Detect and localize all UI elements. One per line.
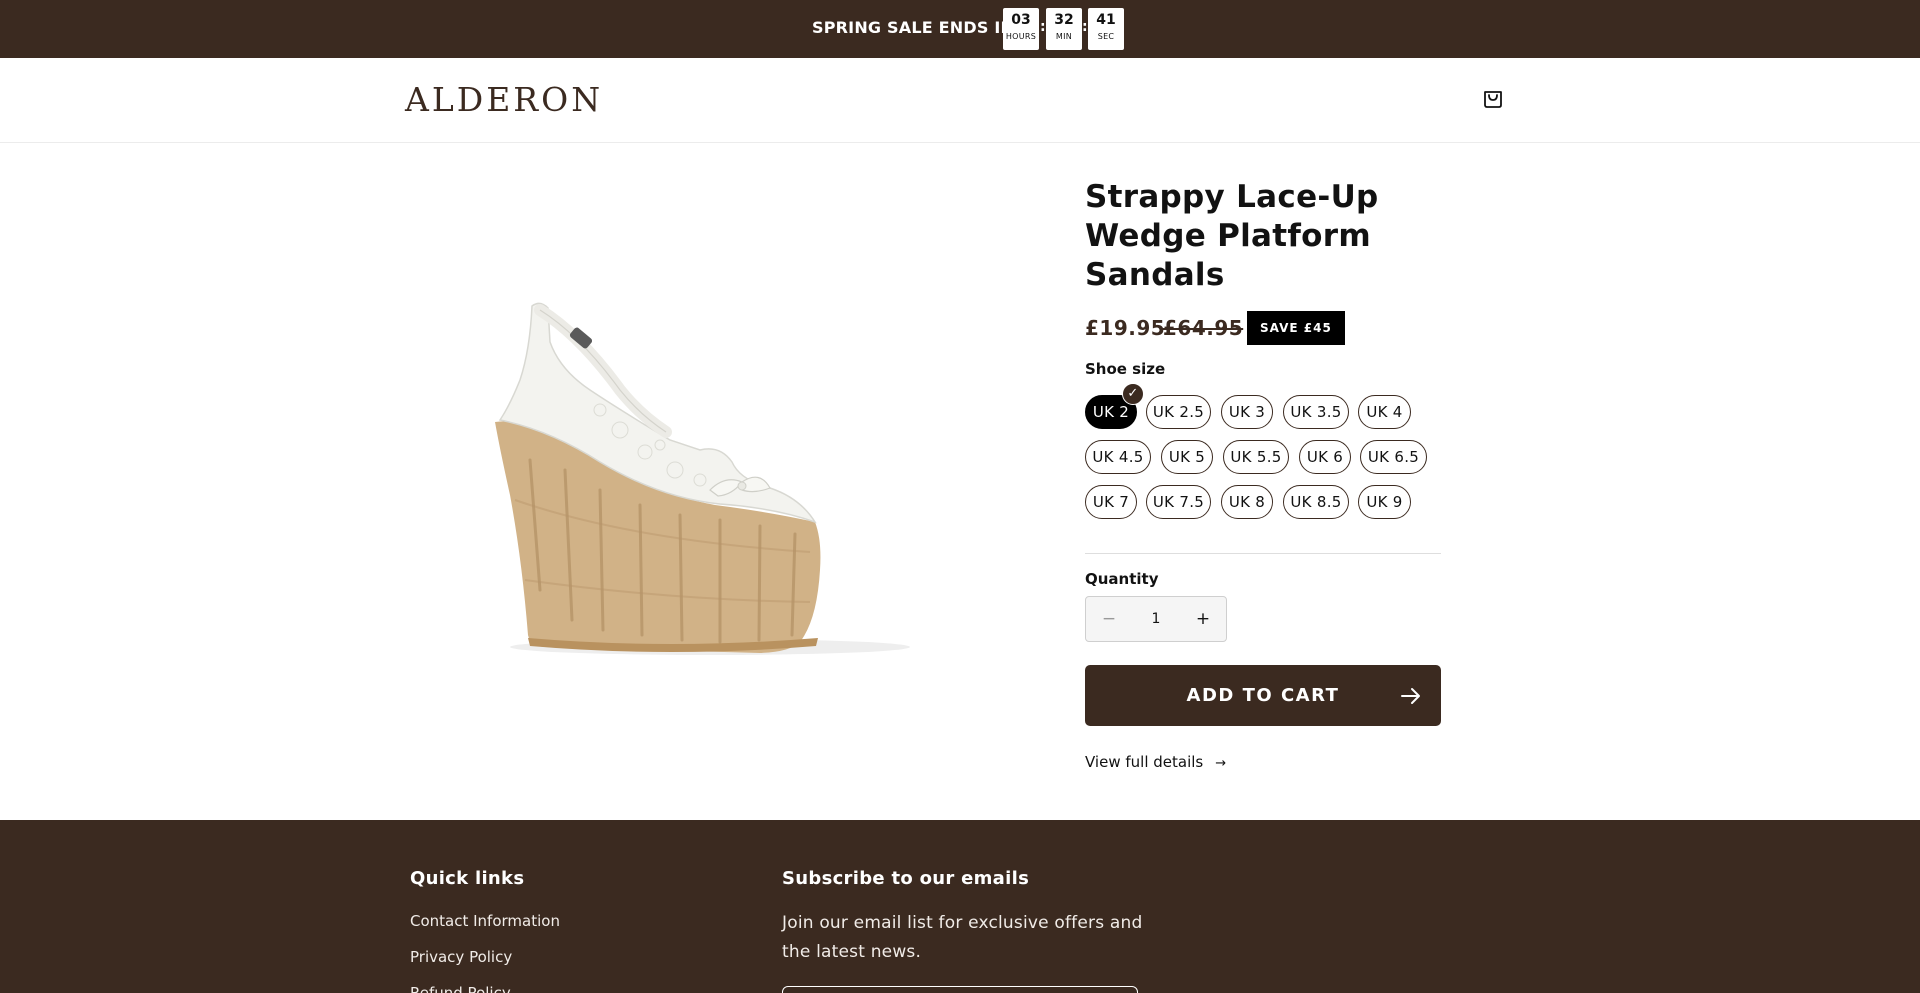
quantity-increase-button[interactable]: + [1180, 597, 1226, 641]
countdown-hours: 03 HOURS [1003, 8, 1039, 50]
arrow-right-icon: → [1215, 756, 1227, 771]
footer-newsletter: Subscribe to our emails Join our email l… [782, 868, 1162, 967]
size-option-uk-4-5[interactable]: UK 4.5 [1085, 440, 1151, 474]
size-option-label: UK 8.5 [1290, 493, 1342, 511]
add-to-cart-label: ADD TO CART [1186, 685, 1340, 706]
size-option-label: UK 9 [1366, 493, 1403, 511]
countdown-seconds-unit: SEC [1097, 32, 1115, 41]
shopping-bag-icon[interactable] [1480, 85, 1506, 111]
price-row: £19.95 £64.95 SAVE £45 [1085, 311, 1445, 345]
size-option-label: UK 5 [1168, 448, 1206, 466]
size-option-label: UK 2 [1092, 403, 1130, 421]
quick-links-heading: Quick links [410, 868, 525, 889]
size-option-label: UK 3.5 [1290, 403, 1342, 421]
size-option-label: UK 4.5 [1092, 448, 1144, 466]
size-option-uk-8[interactable]: UK 8 [1221, 485, 1273, 519]
subscribe-heading: Subscribe to our emails [782, 868, 1030, 889]
size-option-label: UK 5.5 [1230, 448, 1282, 466]
size-option-uk-3[interactable]: UK 3 [1221, 395, 1273, 429]
view-full-details-label: View full details [1085, 753, 1204, 771]
brand-logo[interactable]: ALDERON [405, 80, 603, 119]
announcement-bar: SPRING SALE ENDS IN 03 HOURS : 32 MIN : … [0, 0, 1920, 58]
sale-countdown-label: SPRING SALE ENDS IN [812, 18, 1015, 37]
countdown-seconds-value: 41 [1096, 12, 1116, 28]
size-option-uk-7[interactable]: UK 7 [1085, 485, 1137, 519]
size-option-label: UK 7 [1092, 493, 1130, 511]
countdown-separator: : [1082, 19, 1088, 35]
arrow-right-icon [1401, 688, 1420, 704]
size-option-label: UK 7.5 [1152, 493, 1205, 511]
size-option-uk-6[interactable]: UK 6 [1299, 440, 1351, 474]
countdown-minutes-value: 32 [1054, 12, 1074, 28]
footer-quick-links: Quick links Contact Information Privacy … [410, 868, 560, 993]
size-option-label: UK 8 [1228, 493, 1266, 511]
save-badge: SAVE £45 [1247, 311, 1345, 345]
subscribe-text: Join our email list for exclusive offers… [782, 913, 1143, 962]
quantity-stepper: − 1 + [1085, 596, 1227, 642]
add-to-cart-button[interactable]: ADD TO CART [1085, 665, 1441, 726]
countdown-seconds: 41 SEC [1088, 8, 1124, 50]
size-option-label: UK 4 [1366, 403, 1403, 421]
countdown-separator: : [1040, 19, 1046, 35]
size-option-uk-7-5[interactable]: UK 7.5 [1146, 485, 1211, 519]
size-option-label: UK 6 [1306, 448, 1344, 466]
countdown-minutes: 32 MIN [1046, 8, 1082, 50]
site-header: ALDERON [0, 58, 1920, 143]
quantity-input[interactable]: 1 [1132, 597, 1180, 641]
email-field[interactable] [782, 986, 1138, 993]
footer-link-refund[interactable]: Refund Policy [410, 983, 560, 993]
countdown-hours-unit: HOURS [1005, 32, 1037, 41]
countdown-minutes-unit: MIN [1055, 32, 1073, 41]
size-option-uk-5-5[interactable]: UK 5.5 [1223, 440, 1289, 474]
size-option-uk-5[interactable]: UK 5 [1161, 440, 1213, 474]
sale-price: £19.95 [1085, 316, 1166, 340]
site-footer: Quick links Contact Information Privacy … [0, 820, 1920, 993]
footer-link-list: Contact Information Privacy Policy Refun… [410, 911, 560, 993]
footer-link-contact[interactable]: Contact Information [410, 911, 560, 931]
size-option-label: UK 2.5 [1152, 403, 1205, 421]
divider [1085, 553, 1441, 554]
size-option-uk-6-5[interactable]: UK 6.5 [1360, 440, 1427, 474]
size-option-uk-8-5[interactable]: UK 8.5 [1283, 485, 1349, 519]
size-option-uk-4[interactable]: UK 4 [1358, 395, 1411, 429]
check-icon: ✓ [1122, 383, 1144, 405]
footer-link-privacy[interactable]: Privacy Policy [410, 947, 560, 967]
product-info: Strappy Lace-Up Wedge Platform Sandals £… [1085, 178, 1441, 771]
product-title: Strappy Lace-Up Wedge Platform Sandals [1085, 179, 1379, 293]
quantity-decrease-button[interactable]: − [1086, 597, 1132, 641]
size-option-uk-3-5[interactable]: UK 3.5 [1283, 395, 1349, 429]
size-option-label: UK 6.5 [1367, 448, 1420, 466]
countdown-hours-value: 03 [1011, 12, 1031, 28]
size-option-uk-9[interactable]: UK 9 [1358, 485, 1411, 519]
quantity-label: Quantity [1085, 570, 1159, 588]
size-label: Shoe size [1085, 360, 1166, 378]
product-image[interactable] [470, 290, 950, 680]
regular-price: £64.95 [1163, 316, 1244, 340]
view-full-details-link[interactable]: View full details → [1085, 753, 1226, 771]
size-option-label: UK 3 [1228, 403, 1266, 421]
size-option-uk-2-5[interactable]: UK 2.5 [1146, 395, 1211, 429]
size-option-uk-2[interactable]: UK 2 ✓ [1085, 383, 1144, 429]
